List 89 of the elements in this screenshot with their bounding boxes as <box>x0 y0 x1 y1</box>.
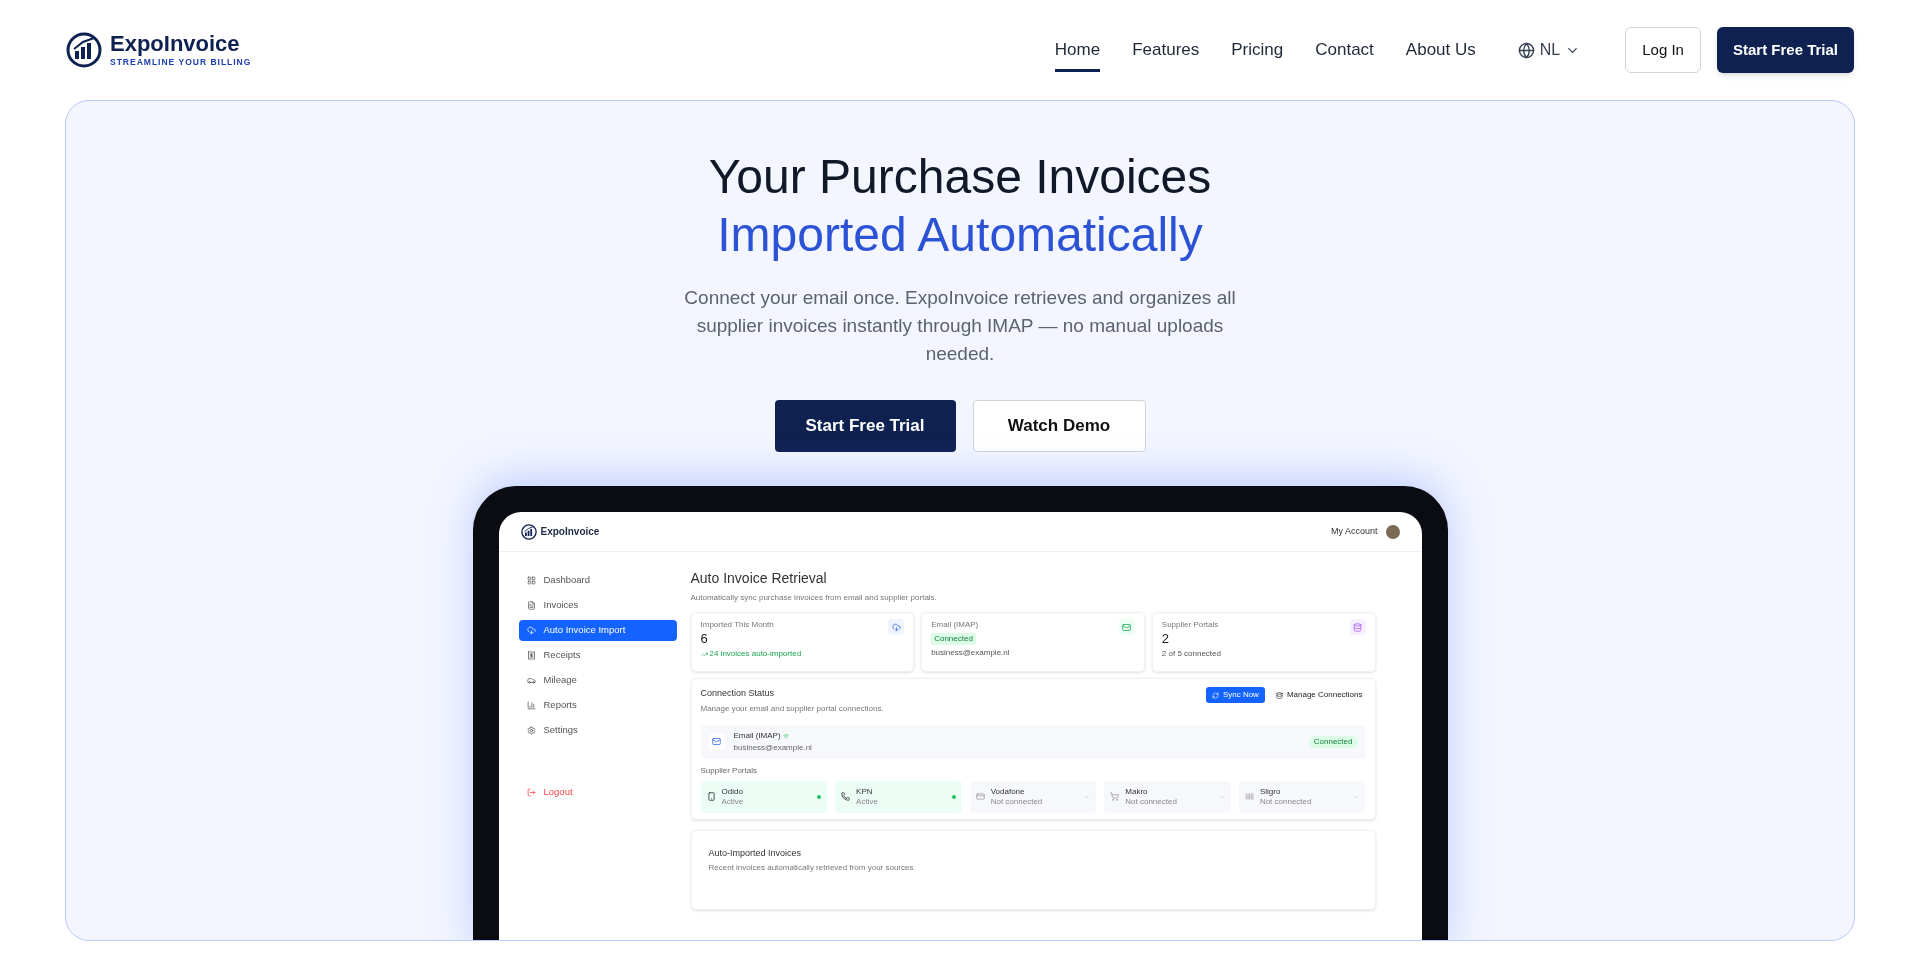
logo-icon <box>66 32 102 68</box>
logo-icon <box>520 523 537 540</box>
brand-tagline: STREAMLINE YOUR BILLING <box>110 56 252 69</box>
card-subtitle: Recent invoices automatically retrieved from your sources <box>708 862 915 874</box>
connection-name: Email (IMAP) <box>733 729 781 742</box>
portal-status: Active <box>856 796 879 807</box>
portal-card[interactable]: Odido Active <box>700 780 828 813</box>
sidebar-item[interactable]: Dashboard <box>518 570 677 591</box>
sidebar-item[interactable]: Receipts <box>518 645 677 666</box>
account-link[interactable]: My Account <box>1330 524 1378 539</box>
nav-link[interactable]: Contact <box>1315 37 1374 72</box>
nav-link[interactable]: Pricing <box>1231 37 1284 72</box>
barcode-icon <box>1244 792 1254 801</box>
sidebar-item[interactable]: Mileage <box>518 670 677 691</box>
portal-name: Makro <box>1125 786 1149 797</box>
cloud-icon <box>891 622 901 632</box>
settings-icon <box>526 726 536 735</box>
portal-status: Not connected <box>1125 796 1178 807</box>
chart-icon <box>526 701 536 710</box>
portal-card[interactable]: KPN Active <box>835 780 962 813</box>
watch-demo-button[interactable]: Watch Demo <box>972 400 1146 452</box>
chevron-icon <box>1218 793 1225 800</box>
grid-icon <box>526 576 536 585</box>
sync-button[interactable]: Sync Now <box>1205 687 1265 703</box>
stat-label: Imported This Month <box>700 619 775 631</box>
nav-link[interactable]: Home <box>1054 37 1101 72</box>
document-icon <box>526 601 536 610</box>
portal-name: Odido <box>721 786 744 797</box>
portal-card[interactable]: Sligro Not connected <box>1238 780 1366 813</box>
portal-name: Vodafone <box>990 786 1026 797</box>
database-icon <box>1353 622 1362 632</box>
login-button[interactable]: Log In <box>1625 27 1701 73</box>
status-badge: Connected <box>931 633 976 645</box>
portals-label: Supplier Portals <box>700 764 758 777</box>
card-subtitle: Manage your email and supplier portal connections. <box>700 702 884 715</box>
portal-card[interactable]: Makro Not connected <box>1104 780 1231 813</box>
app-brand: ExpoInvoice <box>540 525 600 539</box>
smartphone-icon <box>706 792 716 801</box>
logout-link[interactable]: Logout <box>518 785 677 800</box>
stat-note: 2 of 5 connected <box>1161 648 1221 660</box>
phone-icon <box>841 792 851 801</box>
portal-status: Not connected <box>1259 796 1313 807</box>
portal-card[interactable]: Vodafone Not connected <box>969 780 1097 813</box>
stat-note: 24 invoices auto-imported <box>709 648 802 660</box>
cart-icon <box>1110 792 1120 801</box>
brand-name: ExpoInvoice <box>110 31 241 56</box>
page-title: Auto Invoice Retrieval <box>690 569 828 588</box>
nav-link[interactable]: About Us <box>1405 37 1476 72</box>
card-title: Connection Status <box>700 687 776 700</box>
language-selector[interactable]: NL <box>1517 38 1581 62</box>
stat-note: business@example.nl <box>931 647 1010 659</box>
stat-value: 6 <box>700 631 709 646</box>
chevron-icon <box>1084 793 1091 800</box>
mail-icon <box>712 737 721 746</box>
portal-name: KPN <box>856 786 874 797</box>
trial-button[interactable]: Start Free Trial <box>1716 27 1854 73</box>
status-badge: Connected <box>1308 735 1358 748</box>
hero-highlight: Imported Automatically <box>717 207 1203 263</box>
wifi-icon <box>782 732 789 739</box>
trend-icon <box>700 650 708 658</box>
sidebar-item[interactable]: Invoices <box>518 595 677 616</box>
logout-icon <box>526 787 536 797</box>
refresh-icon <box>1211 691 1219 699</box>
mail-icon <box>1122 622 1132 632</box>
portal-name: Sligro <box>1259 786 1282 797</box>
stat-label: Supplier Portals <box>1161 619 1220 631</box>
stat-label: Email (IMAP) <box>931 619 980 631</box>
nav-link[interactable]: Features <box>1132 37 1200 72</box>
sidebar-item[interactable]: Auto Invoice Import <box>518 620 677 641</box>
avatar[interactable] <box>1385 524 1400 539</box>
globe-icon <box>1517 41 1535 59</box>
sidebar-item[interactable]: Settings <box>518 720 677 741</box>
receipt-icon <box>526 651 536 660</box>
cloud-icon <box>526 626 536 635</box>
hero-description: Connect your email once. ExpoInvoice retrieves and organizes all supplier invoices instantly through IMAP — no manual uploads needed. <box>683 286 1237 366</box>
database-icon <box>1275 691 1283 699</box>
chevron-icon <box>1353 793 1360 800</box>
start-trial-button[interactable]: Start Free Trial <box>774 400 956 452</box>
stat-value: 2 <box>1161 631 1171 646</box>
card-icon <box>975 792 985 801</box>
hero-title: Your Purchase Invoices <box>708 149 1212 205</box>
manage-button[interactable]: Manage Connections <box>1272 687 1366 703</box>
sidebar-item[interactable]: Reports <box>518 695 677 716</box>
portal-status: Active <box>721 796 745 807</box>
card-title: Auto-Imported Invoices <box>708 846 803 860</box>
page-subtitle: Automatically sync purchase invoices from email and supplier portals. <box>690 592 938 604</box>
portal-status: Not connected <box>990 796 1044 807</box>
connection-address: business@example.nl <box>733 741 812 754</box>
car-icon <box>526 676 536 685</box>
